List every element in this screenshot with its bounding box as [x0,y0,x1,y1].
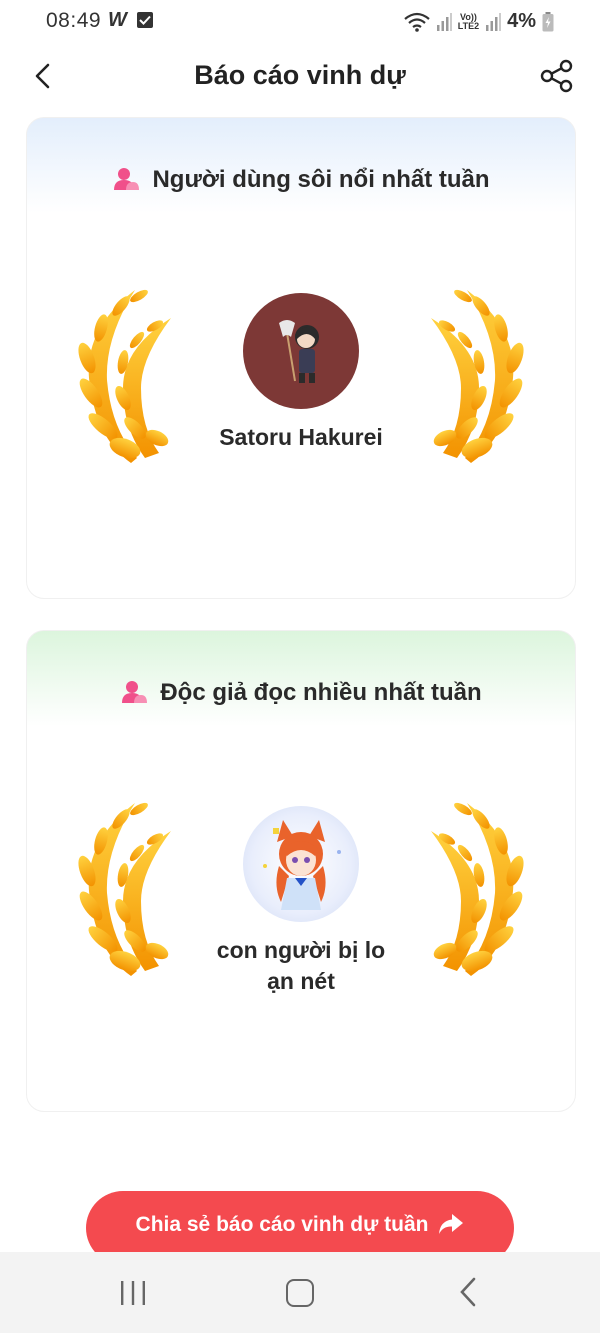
user-name[interactable]: con người bị loạn nét [211,935,391,997]
battery-percent: 4% [507,10,536,32]
avatar-image [279,320,319,383]
wifi-icon [404,12,430,32]
header: Báo cáo vinh dự [0,48,600,104]
signal-icon [436,12,452,31]
status-bar: 08:49 W Vo)) LTE2 4% [0,0,600,44]
nav-back-icon[interactable] [458,1276,478,1308]
laurel-icon [431,289,524,463]
recent-apps-icon[interactable] [118,1280,148,1306]
checkbox-notification-icon [137,12,153,28]
app-notification-w: W [108,9,127,31]
status-time: 08:49 [46,9,102,32]
user-name[interactable]: Satoru Hakurei [211,422,391,453]
share-weekly-report-label: Chia sẻ báo cáo vinh dự tuần [135,1213,429,1236]
card-title-row: Độc giả đọc nhiều nhất tuần [27,679,575,707]
share-icon [540,59,573,93]
top-reader-card: Độc giả đọc nhiều nhất tuần con người bị… [26,630,576,1112]
status-indicators: Vo)) LTE2 4% [404,10,554,33]
volte-indicator: Vo)) LTE2 [457,11,480,31]
system-nav-bar [0,1252,600,1333]
avatar[interactable] [243,806,359,922]
page-title: Báo cáo vinh dự [194,60,406,90]
laurel-icon [78,289,171,463]
battery-icon [542,11,554,31]
signal-icon-2 [486,12,502,31]
card-title: Độc giả đọc nhiều nhất tuần [160,679,482,706]
laurel-icon [78,802,171,976]
most-active-user-card: Người dùng sôi nổi nhất tuần Satoru Haku… [26,117,576,599]
card-title: Người dùng sôi nổi nhất tuần [152,166,490,193]
share-button[interactable] [538,56,576,96]
avatar-image [263,820,341,910]
card-title-row: Người dùng sôi nổi nhất tuần [27,166,575,194]
home-icon[interactable] [286,1279,314,1307]
laurel-icon [431,802,524,976]
avatar[interactable] [243,293,359,409]
user-icon [114,168,140,190]
user-icon [122,681,148,703]
share-arrow-icon [439,1214,464,1234]
